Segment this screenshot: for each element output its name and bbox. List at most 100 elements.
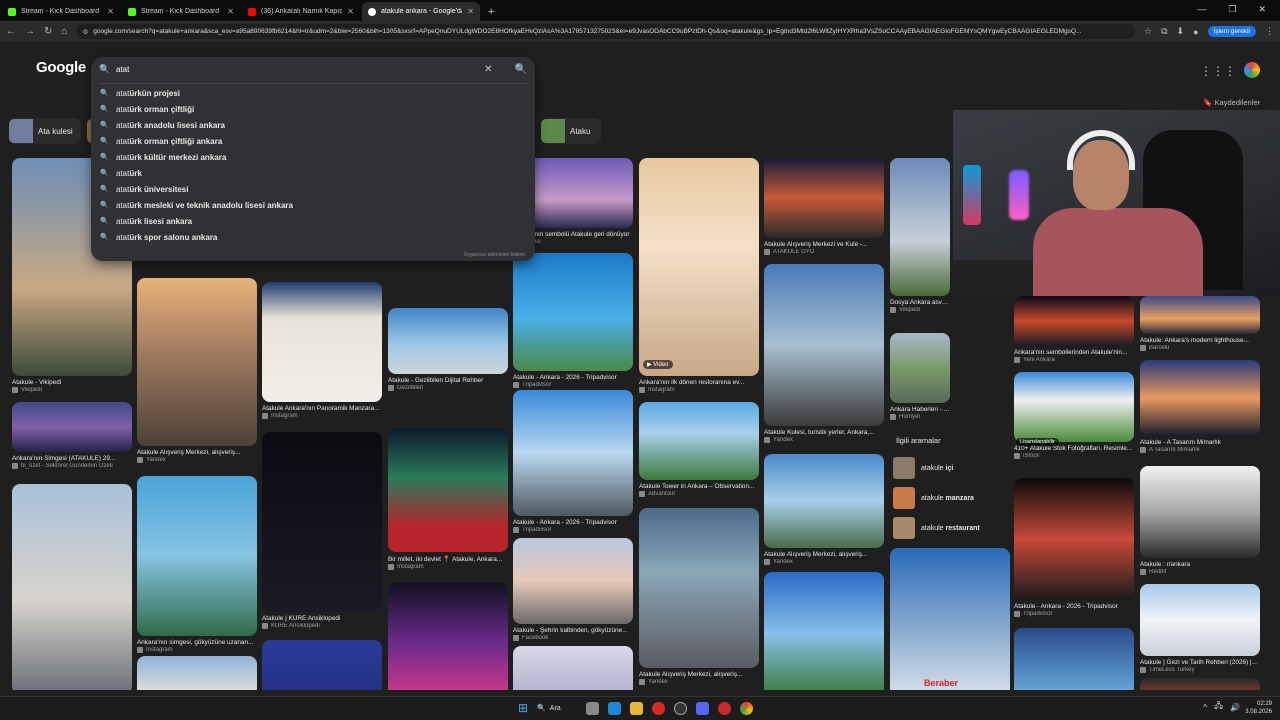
- edge-icon[interactable]: [608, 701, 622, 715]
- image-result[interactable]: Ankara'nın simgesi, gökyüzüne uzanan... I…: [137, 476, 257, 653]
- windows-start-icon[interactable]: ⊞: [518, 701, 528, 715]
- result-thumbnail[interactable]: [1014, 372, 1134, 442]
- image-result[interactable]: Bir millet, iki devlet 📍 Atakule, Ankara…: [388, 428, 508, 570]
- home-icon[interactable]: ⌂: [61, 26, 67, 37]
- suggestion-item[interactable]: 🔍 atatürk anadolu lisesi ankara: [91, 117, 535, 133]
- result-thumbnail[interactable]: [764, 572, 884, 690]
- image-result[interactable]: [890, 548, 1010, 690]
- result-thumbnail[interactable]: [1014, 628, 1134, 690]
- result-thumbnail[interactable]: [262, 282, 382, 402]
- image-result[interactable]: Ankara'nın Simgesi (ATAKULE) 29... bi_öze…: [12, 402, 132, 469]
- close-tab-icon[interactable]: ✕: [467, 7, 474, 16]
- result-thumbnail[interactable]: [1140, 678, 1260, 690]
- suggestion-item[interactable]: 🔍 atatürk orman çiftliği: [91, 101, 535, 117]
- result-thumbnail[interactable]: [513, 538, 633, 624]
- image-result[interactable]: Atakule Alışveriş Merkezi, alışveriş... Y…: [764, 454, 884, 565]
- profile-icon[interactable]: ●: [1193, 27, 1198, 37]
- result-title[interactable]: Atakule : r/ankara: [1140, 561, 1260, 568]
- related-search-item[interactable]: atakule içi: [893, 453, 1010, 483]
- image-result[interactable]: Atakule - Şehrin kalbinden, gökyüzüne...…: [513, 538, 633, 641]
- result-thumbnail[interactable]: [1140, 296, 1260, 334]
- related-chip[interactable]: Ata kulesi: [9, 118, 81, 144]
- suggestion-item[interactable]: 🔍 atatürkün projesi: [91, 85, 535, 101]
- report-predictions-link[interactable]: Uygunsuz tahminleri bildirin: [464, 252, 525, 258]
- saved-link[interactable]: 🔖 Kaydedilenler: [1203, 98, 1260, 107]
- result-title[interactable]: Atakule - Şehrin kalbinden, gökyüzüne...: [513, 627, 633, 634]
- image-result[interactable]: Atakule - Ankara - 2026 - Tripadvisor Tri…: [1014, 478, 1134, 617]
- image-result[interactable]: [1014, 628, 1134, 690]
- result-thumbnail[interactable]: [1140, 466, 1260, 558]
- result-thumbnail[interactable]: [388, 582, 508, 690]
- image-result[interactable]: Atakule: Ankara's modern lighthouse... Ba…: [1140, 296, 1260, 351]
- result-thumbnail[interactable]: [262, 432, 382, 612]
- result-thumbnail[interactable]: [137, 476, 257, 636]
- result-title[interactable]: Atakule - Ankara - 2026 - Tripadvisor: [1014, 603, 1134, 610]
- result-title[interactable]: Ankara'nın Simgesi (ATAKULE) 29...: [12, 455, 132, 462]
- image-result[interactable]: Atakule Alışveriş Merkezi, alışveriş... Y…: [639, 508, 759, 685]
- image-result[interactable]: Atakule - Ankara - 2026 - Tripadvisor Tri…: [513, 253, 633, 388]
- result-thumbnail[interactable]: [639, 508, 759, 668]
- image-result[interactable]: [262, 640, 382, 690]
- image-result[interactable]: Atakule : r/ankara Reddit: [1140, 466, 1260, 575]
- image-result[interactable]: Ankara'nın ilk dönen restoranına ev... In…: [639, 158, 759, 393]
- network-icon[interactable]: 🖧: [1214, 700, 1223, 714]
- back-icon[interactable]: ←: [6, 26, 16, 37]
- suggestion-item[interactable]: 🔍 atatürk lisesi ankara: [91, 213, 535, 229]
- profile-button[interactable]: İşlem gerekli: [1207, 26, 1256, 37]
- result-thumbnail[interactable]: [513, 253, 633, 371]
- image-result[interactable]: Atakule - A Tasarım Mimarlık A Tasarım Mi…: [1140, 360, 1260, 453]
- result-title[interactable]: Atakule Kulesi, turistik yerler, Ankara,…: [764, 429, 884, 436]
- obs-icon[interactable]: [674, 701, 688, 715]
- result-thumbnail[interactable]: [890, 548, 1010, 690]
- image-result[interactable]: Atakule - Ankara - 2026 - Tripadvisor Tri…: [513, 390, 633, 533]
- result-title[interactable]: Atakule | KÜRE Ansiklopedi: [262, 615, 382, 622]
- maximize-icon[interactable]: ❐: [1228, 4, 1236, 15]
- image-result[interactable]: Atakule Tower in Ankara – Observation...…: [639, 402, 759, 497]
- related-search-item[interactable]: atakule manzara: [893, 483, 1010, 513]
- suggestion-item[interactable]: 🔍 atatürk mesleki ve teknik anadolu lises…: [91, 197, 535, 213]
- clear-icon[interactable]: ✕: [484, 64, 492, 75]
- forward-icon[interactable]: →: [25, 26, 35, 37]
- result-thumbnail[interactable]: [1014, 478, 1134, 600]
- related-search-item[interactable]: atakule restaurant: [893, 513, 1010, 543]
- result-title[interactable]: Atakule - Ankara - 2026 - Tripadvisor: [513, 519, 633, 526]
- result-thumbnail[interactable]: [513, 646, 633, 690]
- result-title[interactable]: Atakule - A Tasarım Mimarlık: [1140, 439, 1260, 446]
- image-result[interactable]: Atakule | KÜRE Ansiklopedi KÜRE Ansiklope…: [262, 432, 382, 629]
- file-explorer-icon[interactable]: [630, 701, 644, 715]
- account-avatar[interactable]: [1242, 60, 1262, 80]
- browser-tab[interactable]: Stream - Kick Dashboard ✕: [2, 2, 120, 21]
- close-tab-icon[interactable]: ✕: [107, 7, 114, 16]
- result-title[interactable]: Atakule | Gezi ve Tarih Rehberi (2026) |…: [1140, 659, 1260, 666]
- search-input[interactable]: 🔍 atat ✕ 🔍: [91, 57, 535, 81]
- result-thumbnail[interactable]: [890, 333, 950, 403]
- discord-icon[interactable]: [696, 701, 710, 715]
- result-title[interactable]: Bir millet, iki devlet 📍 Atakule, Ankara…: [388, 555, 508, 563]
- result-title[interactable]: Atakule Alışveriş Merkezi, alışveriş...: [639, 671, 759, 678]
- image-result[interactable]: Atakule Alışveriş Merkezi, alışveriş... Y…: [137, 278, 257, 463]
- result-thumbnail[interactable]: [764, 264, 884, 426]
- chrome-icon[interactable]: [740, 701, 754, 715]
- result-title[interactable]: 410+ Atakule Stok Fotoğrafları, Resimle.…: [1014, 445, 1134, 452]
- browser-tab-active[interactable]: atakule ankara - Google'da Ara ✕: [362, 2, 480, 21]
- image-result[interactable]: Atakule Ankara'nın Panoramik Manzara... I…: [262, 282, 382, 419]
- apps-grid-icon[interactable]: ⋮⋮⋮: [1200, 64, 1236, 78]
- result-thumbnail[interactable]: [137, 656, 257, 690]
- result-thumbnail[interactable]: [639, 158, 759, 376]
- result-thumbnail[interactable]: [12, 402, 132, 452]
- volume-icon[interactable]: 🔊: [1230, 703, 1240, 712]
- result-title[interactable]: Ankara Haberleri - Atakule 29 Ekim'de...: [890, 406, 950, 413]
- image-result[interactable]: Atakule - Gezilbilen Dijital Rehber Gezil…: [388, 308, 508, 391]
- image-result[interactable]: [12, 484, 132, 690]
- result-thumbnail[interactable]: [388, 428, 508, 552]
- task-view-icon[interactable]: [586, 701, 600, 715]
- search-query-text[interactable]: atat: [116, 65, 476, 74]
- result-thumbnail[interactable]: [388, 308, 508, 374]
- result-thumbnail[interactable]: [1140, 584, 1260, 656]
- result-thumbnail[interactable]: [262, 640, 382, 690]
- image-result[interactable]: Dosya:Ankara asv2021-10 img18...Vikipedi: [890, 158, 950, 313]
- site-info-icon[interactable]: ⚙: [82, 28, 88, 36]
- browser-tab[interactable]: Stream - Kick Dashboard ✕: [122, 2, 240, 21]
- result-thumbnail[interactable]: [137, 278, 257, 446]
- close-tab-icon[interactable]: ✕: [347, 7, 354, 16]
